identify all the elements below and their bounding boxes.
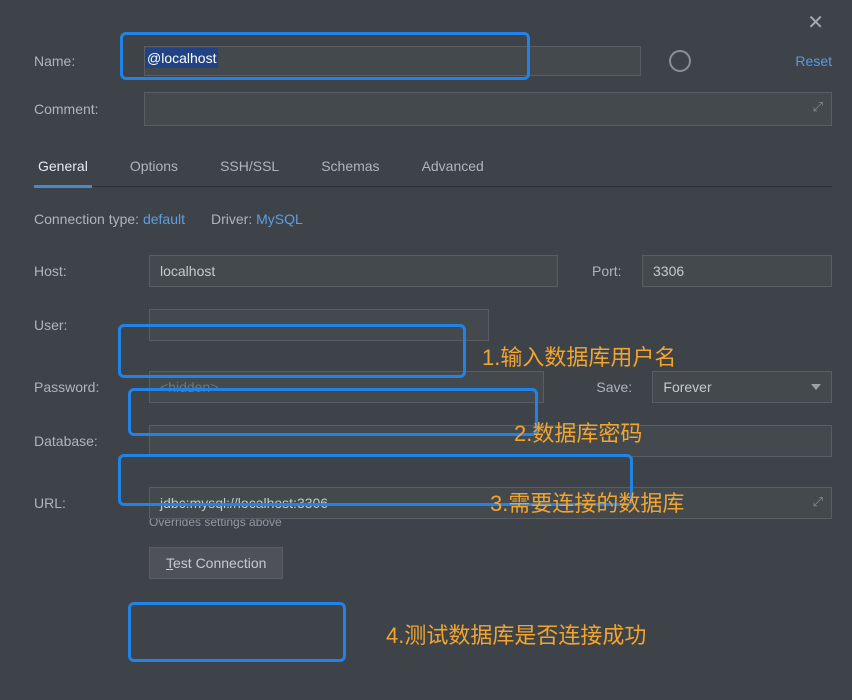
test-connection-button[interactable]: Test Connection [149,547,283,579]
comment-label: Comment: [34,101,144,117]
password-input[interactable] [149,371,544,403]
tab-advanced[interactable]: Advanced [418,150,488,186]
driver-link[interactable]: MySQL [256,211,303,227]
port-input[interactable] [642,255,832,287]
host-label: Host: [34,263,149,279]
url-value: jdbc:mysql://localhost:3306 [160,495,328,511]
connection-type-label: Connection type: [34,211,139,227]
url-label: URL: [34,495,149,511]
password-label: Password: [34,379,149,395]
expand-icon[interactable]: ⤢ [813,494,823,510]
name-label: Name: [34,53,144,69]
save-select-value: Forever [663,379,711,395]
close-icon[interactable]: ✕ [807,10,824,35]
tabs: General Options SSH/SSL Schemas Advanced [34,150,832,187]
tab-schemas[interactable]: Schemas [317,150,383,186]
user-label: User: [34,317,149,333]
tab-ssh-ssl[interactable]: SSH/SSL [216,150,283,186]
password-row: Password: Save: Forever [34,371,832,403]
test-row: Test Connection [34,547,832,579]
host-row: Host: Port: [34,255,832,287]
database-row: Database: [34,425,832,457]
user-row: User: [34,309,832,341]
tab-options[interactable]: Options [126,150,182,186]
reset-link[interactable]: Reset [795,53,832,69]
test-connection-rest: est Connection [173,555,266,571]
connection-type-link[interactable]: default [143,211,185,227]
status-ring-icon [669,50,691,72]
host-input[interactable] [149,255,558,287]
database-input[interactable] [149,425,832,457]
chevron-down-icon [811,384,821,390]
tab-general[interactable]: General [34,150,92,186]
url-row: URL: jdbc:mysql://localhost:3306 ⤢ [34,487,832,519]
expand-icon[interactable]: ⤢ [813,99,823,115]
database-label: Database: [34,433,149,449]
save-select[interactable]: Forever [652,371,832,403]
save-label: Save: [596,379,652,395]
name-input[interactable] [144,46,641,76]
url-input[interactable]: jdbc:mysql://localhost:3306 ⤢ [149,487,832,519]
comment-input[interactable]: ⤢ [144,92,832,126]
port-label: Port: [592,263,642,279]
test-connection-underline: T [166,555,173,571]
driver-label: Driver: [211,211,252,227]
name-row: Name: Reset [34,46,832,76]
comment-row: Comment: ⤢ [34,92,832,126]
connection-info: Connection type: default Driver: MySQL [34,211,832,227]
user-input[interactable] [149,309,489,341]
